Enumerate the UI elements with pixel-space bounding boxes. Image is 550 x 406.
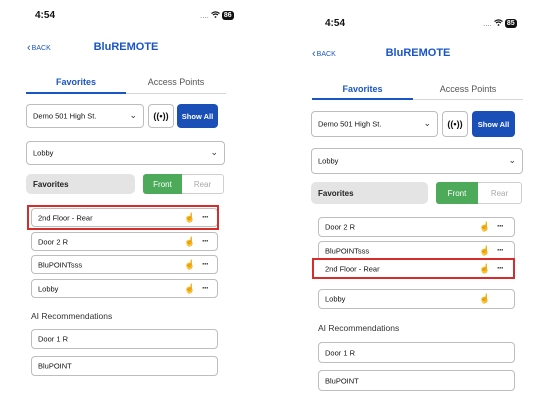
favorite-row[interactable]: Lobby ☝ [318, 289, 515, 309]
favorite-label: Lobby [325, 294, 346, 304]
tab-active-indicator [26, 92, 126, 94]
tab-access-points[interactable]: Access Points [413, 84, 523, 94]
chevron-left-icon: ‹ [312, 48, 316, 60]
more-dots-icon[interactable]: ··· [497, 245, 504, 255]
tab-favorites[interactable]: Favorites [26, 77, 126, 87]
favorites-header: Favorites [26, 174, 135, 194]
ai-label: BluPOINT [38, 361, 72, 371]
show-all-button[interactable]: Show All [472, 111, 515, 137]
favorite-label: BluPOINTsss [38, 260, 83, 269]
front-toggle[interactable]: Front [436, 182, 478, 204]
status-time: 4:54 [35, 10, 56, 21]
ai-label: Door 1 R [38, 334, 69, 344]
status-time: 4:54 [325, 18, 346, 29]
favorites-header: Favorites [311, 182, 428, 204]
left-screen: 4:54 .... 86 ‹ BACK BluREMOTE Favorites … [0, 0, 265, 406]
ai-label: Door 1 R [325, 348, 356, 357]
tab-access-points[interactable]: Access Points [126, 77, 226, 87]
chevron-down-icon: ⌄ [508, 154, 516, 165]
tab-divider [126, 93, 226, 94]
more-dots-icon[interactable]: ··· [202, 283, 209, 293]
broadcast-button[interactable]: ((•)) [442, 111, 468, 137]
hand-pointer-icon[interactable]: ☝ [479, 294, 490, 305]
area-select[interactable]: Lobby ⌄ [26, 141, 225, 165]
favorite-label: Door 2 R [38, 237, 69, 246]
ai-label: BluPOINT [325, 376, 359, 385]
signal-icon: .... [483, 19, 492, 28]
wifi-icon [211, 11, 220, 20]
wifi-icon [494, 19, 503, 28]
site-select[interactable]: Demo 501 High St. ⌄ [26, 104, 144, 128]
ai-row[interactable]: BluPOINT [31, 356, 218, 376]
chevron-down-icon: ⌄ [129, 109, 137, 120]
tab-favorites[interactable]: Favorites [312, 84, 413, 94]
highlight-box [312, 258, 515, 279]
site-select[interactable]: Demo 501 High St. ⌄ [311, 111, 438, 137]
broadcast-icon: ((•)) [153, 111, 169, 121]
area-select[interactable]: Lobby ⌄ [311, 148, 523, 174]
broadcast-icon: ((•)) [447, 119, 463, 129]
hand-pointer-icon[interactable]: ☝ [184, 259, 195, 270]
area-select-value: Lobby [318, 156, 339, 166]
site-select-value: Demo 501 High St. [318, 119, 382, 129]
more-dots-icon[interactable]: ··· [202, 236, 209, 246]
favorite-row[interactable]: BluPOINTsss ☝ ··· [31, 255, 218, 274]
battery-icon: 86 [221, 11, 234, 20]
favorite-row[interactable]: Door 2 R ☝ ··· [318, 217, 515, 237]
favorite-row[interactable]: Lobby ☝ ··· [31, 279, 218, 298]
back-label: BACK [316, 50, 336, 58]
back-button[interactable]: ‹ BACK [312, 48, 336, 60]
right-screen: 4:54 .... 85 ‹ BACK BluREMOTE Favorites … [285, 0, 550, 406]
ai-row[interactable]: BluPOINT [318, 370, 515, 391]
tab-divider [413, 99, 523, 100]
more-dots-icon[interactable]: ··· [497, 221, 504, 231]
favorite-label: Lobby [38, 284, 59, 293]
page-title: BluREMOTE [93, 41, 159, 53]
signal-icon: .... [200, 11, 209, 20]
status-icons: .... 86 [200, 11, 234, 20]
back-label: BACK [31, 44, 51, 52]
status-icons: .... 85 [483, 19, 517, 28]
hand-pointer-icon[interactable]: ☝ [184, 283, 195, 294]
hand-pointer-icon[interactable]: ☝ [479, 222, 490, 233]
chevron-left-icon: ‹ [27, 42, 31, 54]
ai-row[interactable]: Door 1 R [31, 329, 218, 349]
favorite-row[interactable]: Door 2 R ☝ ··· [31, 232, 218, 251]
page-title: BluREMOTE [385, 47, 451, 59]
chevron-down-icon: ⌄ [423, 117, 431, 128]
broadcast-button[interactable]: ((•)) [148, 104, 174, 128]
favorite-label: Door 2 R [325, 222, 356, 232]
more-dots-icon[interactable]: ··· [202, 259, 209, 269]
front-toggle[interactable]: Front [143, 174, 182, 194]
battery-icon: 85 [504, 19, 517, 28]
ai-row[interactable]: Door 1 R [318, 342, 515, 363]
chevron-down-icon: ⌄ [210, 146, 218, 157]
hand-pointer-icon[interactable]: ☝ [479, 246, 490, 257]
highlight-box [27, 205, 219, 230]
ai-recommendations-title: AI Recommendations [31, 311, 113, 321]
rear-toggle[interactable]: Rear [478, 182, 522, 204]
ai-recommendations-title: AI Recommendations [318, 323, 400, 333]
site-select-value: Demo 501 High St. [33, 111, 97, 121]
back-button[interactable]: ‹ BACK [27, 42, 51, 54]
area-select-value: Lobby [33, 148, 54, 158]
hand-pointer-icon[interactable]: ☝ [184, 236, 195, 247]
rear-toggle[interactable]: Rear [182, 174, 224, 194]
tab-active-indicator [312, 98, 413, 100]
favorite-label: BluPOINTsss [325, 246, 370, 256]
show-all-button[interactable]: Show All [177, 104, 218, 128]
